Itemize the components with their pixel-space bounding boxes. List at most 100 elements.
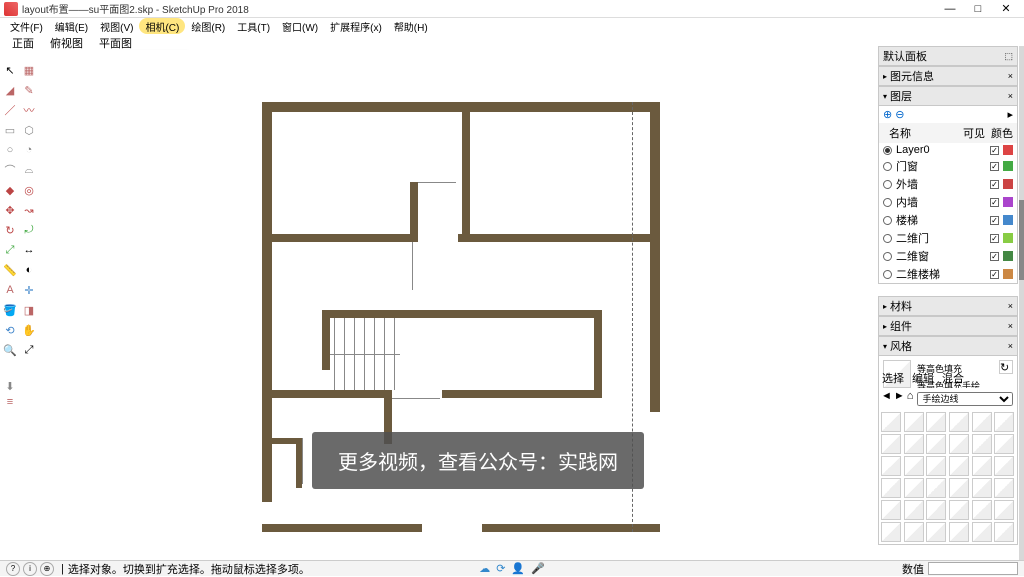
text-tool-icon[interactable]: A <box>2 282 18 298</box>
sync-icon[interactable]: ⟳ <box>496 562 505 575</box>
layer-visible-checkbox[interactable] <box>990 162 999 171</box>
follow-icon[interactable]: ↝ <box>21 202 37 218</box>
layer-color-swatch[interactable] <box>1003 269 1013 279</box>
layer-color-swatch[interactable] <box>1003 215 1013 225</box>
remove-layer-icon[interactable]: ⊖ <box>895 109 904 121</box>
layer-radio[interactable] <box>883 252 892 261</box>
style-thumbnail[interactable] <box>904 500 924 520</box>
circle-tool-icon[interactable]: ○ <box>2 142 18 158</box>
menu-tools[interactable]: 工具(T) <box>231 18 276 34</box>
rotate2-icon[interactable]: ⤾ <box>21 222 37 238</box>
style-thumbnail[interactable] <box>972 412 992 432</box>
zoom-ext-icon[interactable]: ⤢ <box>21 342 37 358</box>
entity-info-header[interactable]: ▸图元信息× <box>878 66 1018 86</box>
tab-edit[interactable]: 编辑 <box>912 370 934 386</box>
close-button[interactable]: ✕ <box>992 2 1020 15</box>
home-icon[interactable]: ⌂ <box>907 390 914 408</box>
style-thumbnail[interactable] <box>949 412 969 432</box>
user-icon[interactable]: 👤 <box>511 562 525 575</box>
layer-row[interactable]: 二维楼梯 <box>879 265 1017 283</box>
menu-edit[interactable]: 编辑(E) <box>49 18 94 34</box>
rotate-tool-icon[interactable]: ↻ <box>2 222 18 238</box>
style-thumbnail[interactable] <box>994 434 1014 454</box>
menu-window[interactable]: 窗口(W) <box>276 18 324 34</box>
style-thumbnail[interactable] <box>972 456 992 476</box>
style-thumbnail[interactable] <box>881 456 901 476</box>
style-thumbnail[interactable] <box>949 434 969 454</box>
style-thumbnail[interactable] <box>994 412 1014 432</box>
scale-tool-icon[interactable]: ⤢ <box>2 242 18 258</box>
arc-tool-icon[interactable]: ⌒ <box>2 162 18 178</box>
layer-visible-checkbox[interactable] <box>990 146 999 155</box>
style-thumbnail[interactable] <box>881 412 901 432</box>
style-thumbnail[interactable] <box>926 456 946 476</box>
layer-radio[interactable] <box>883 216 892 225</box>
add-layer-icon[interactable]: ⊕ <box>883 109 892 121</box>
eraser-tool-icon[interactable]: ◢ <box>2 82 18 98</box>
menu-ext[interactable]: 扩展程序(x) <box>324 18 388 34</box>
layer-color-swatch[interactable] <box>1003 179 1013 189</box>
layer-visible-checkbox[interactable] <box>990 252 999 261</box>
style-thumbnail[interactable] <box>881 478 901 498</box>
menu-draw[interactable]: 绘图(R) <box>185 18 231 34</box>
axes-icon[interactable]: ✛ <box>21 282 37 298</box>
layer-radio[interactable] <box>883 198 892 207</box>
layer-visible-checkbox[interactable] <box>990 270 999 279</box>
style-thumbnail[interactable] <box>926 522 946 542</box>
mic-icon[interactable]: 🎤 <box>531 562 545 575</box>
orbit-tool-icon[interactable]: ⟲ <box>2 322 18 338</box>
style-thumbnail[interactable] <box>881 434 901 454</box>
tray-header[interactable]: 默认面板⬚ <box>878 46 1018 66</box>
cloud-icon[interactable]: ☁ <box>479 562 490 575</box>
paint-tool-icon[interactable]: 🪣 <box>2 302 18 318</box>
style-thumbnail[interactable] <box>972 500 992 520</box>
layer-radio[interactable] <box>883 162 892 171</box>
info-icon[interactable]: i <box>23 562 37 576</box>
style-thumbnail[interactable] <box>904 412 924 432</box>
layer-row[interactable]: 二维窗 <box>879 247 1017 265</box>
layer-color-swatch[interactable] <box>1003 197 1013 207</box>
style-thumbnail[interactable] <box>994 500 1014 520</box>
close-icon[interactable]: × <box>1008 91 1013 101</box>
materials-header[interactable]: ▸材料× <box>878 296 1018 316</box>
close-icon[interactable]: × <box>1008 71 1013 81</box>
scrollbar-thumb[interactable] <box>1019 200 1024 280</box>
style-thumbnail[interactable] <box>972 478 992 498</box>
tab-plan[interactable]: 平面图 <box>91 34 140 50</box>
style-thumbnail[interactable] <box>994 478 1014 498</box>
offset-icon[interactable]: ◎ <box>21 182 37 198</box>
menu-file[interactable]: 文件(F) <box>4 18 49 34</box>
layers-header[interactable]: ▾图层× <box>878 86 1018 106</box>
layer-radio[interactable] <box>883 180 892 189</box>
measurement-input[interactable] <box>928 562 1018 575</box>
layer-radio[interactable] <box>883 270 892 279</box>
layer-row[interactable]: Layer0 <box>879 143 1017 157</box>
layer-radio[interactable] <box>883 234 892 243</box>
layer-row[interactable]: 内墙 <box>879 193 1017 211</box>
minimize-button[interactable]: — <box>936 3 964 15</box>
nav-fwd-icon[interactable]: ► <box>894 390 905 408</box>
style-thumbnail[interactable] <box>904 434 924 454</box>
layer-row[interactable]: 门窗 <box>879 157 1017 175</box>
style-thumbnail[interactable] <box>904 456 924 476</box>
tray-pin-icon[interactable]: ⬚ <box>1004 51 1013 62</box>
arc2-icon[interactable]: ⌓ <box>21 162 37 178</box>
style-thumbnail[interactable] <box>881 522 901 542</box>
style-thumbnail[interactable] <box>904 478 924 498</box>
help-icon[interactable]: ? <box>6 562 20 576</box>
layers-icon[interactable]: ≡ <box>2 394 18 410</box>
layer-color-swatch[interactable] <box>1003 251 1013 261</box>
menu-view[interactable]: 视图(V) <box>94 18 139 34</box>
menu-help[interactable]: 帮助(H) <box>388 18 434 34</box>
maximize-button[interactable]: □ <box>964 3 992 15</box>
style-thumbnail[interactable] <box>881 500 901 520</box>
style-thumbnail[interactable] <box>926 478 946 498</box>
pan-tool-icon[interactable]: ✋ <box>21 322 37 338</box>
style-thumbnail[interactable] <box>994 522 1014 542</box>
menu-camera[interactable]: 相机(C) <box>139 18 185 34</box>
tape-tool-icon[interactable]: 📏 <box>2 262 18 278</box>
zoom-tool-icon[interactable]: 🔍 <box>2 342 18 358</box>
style-thumbnail[interactable] <box>949 522 969 542</box>
layer-color-swatch[interactable] <box>1003 145 1013 155</box>
nav-back-icon[interactable]: ◄ <box>881 390 892 408</box>
